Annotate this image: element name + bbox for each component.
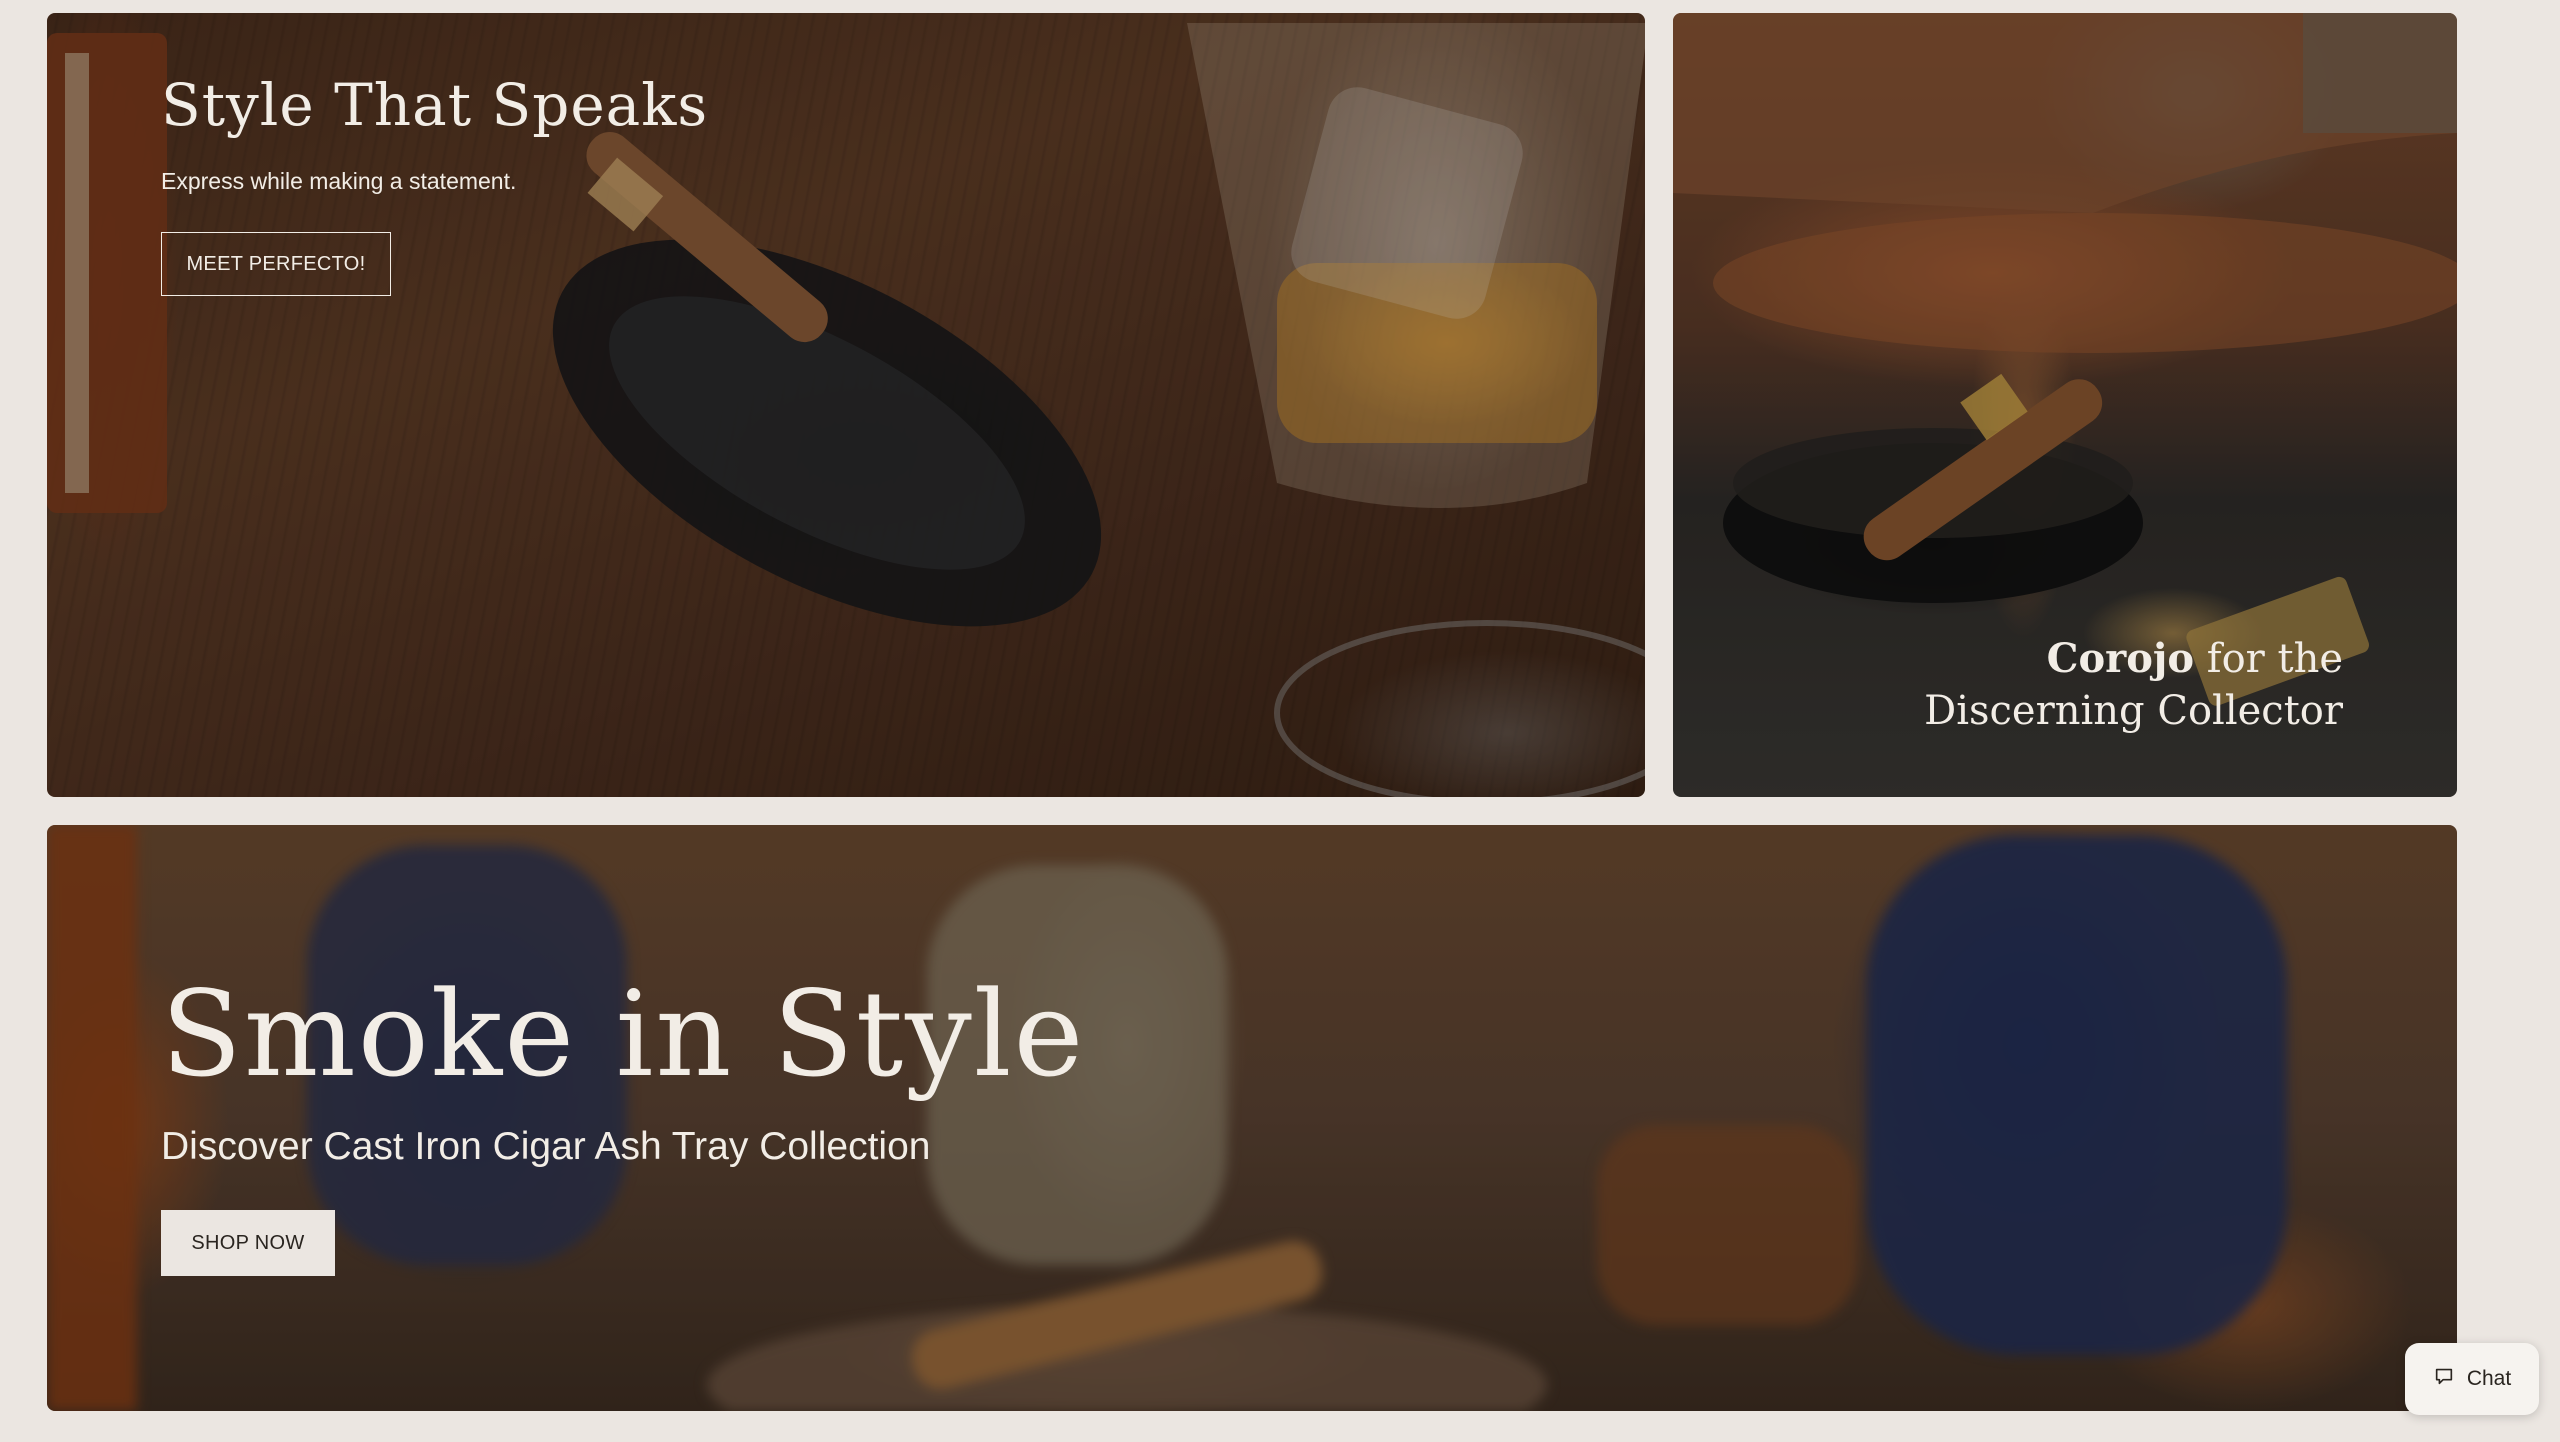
tile-title: Smoke in Style	[161, 965, 1086, 1103]
tile-title: Style That Speaks	[161, 71, 709, 139]
chat-button[interactable]: Chat	[2405, 1343, 2539, 1415]
tile-overlay	[47, 825, 2457, 1411]
page: Style That Speaks Express while making a…	[0, 0, 2560, 1442]
tile-title-strong: Corojo	[2046, 635, 2195, 682]
banner-corojo-collector[interactable]: Corojo for the Discerning Collector	[1673, 13, 2457, 797]
meet-perfecto-button[interactable]: MEET PERFECTO!	[161, 232, 391, 296]
tile-subtitle: Express while making a statement.	[161, 168, 517, 194]
chat-bubble-icon	[2433, 1365, 2455, 1393]
tile-subtitle: Discover Cast Iron Cigar Ash Tray Collec…	[161, 1125, 931, 1168]
banner-style-that-speaks[interactable]: Style That Speaks Express while making a…	[47, 13, 1645, 797]
chat-label: Chat	[2466, 1367, 2512, 1390]
banner-smoke-in-style[interactable]: Smoke in Style Discover Cast Iron Cigar …	[47, 825, 2457, 1411]
shop-now-button[interactable]: SHOP NOW	[161, 1210, 335, 1276]
tile-title: Corojo for the Discerning Collector	[1823, 633, 2343, 737]
